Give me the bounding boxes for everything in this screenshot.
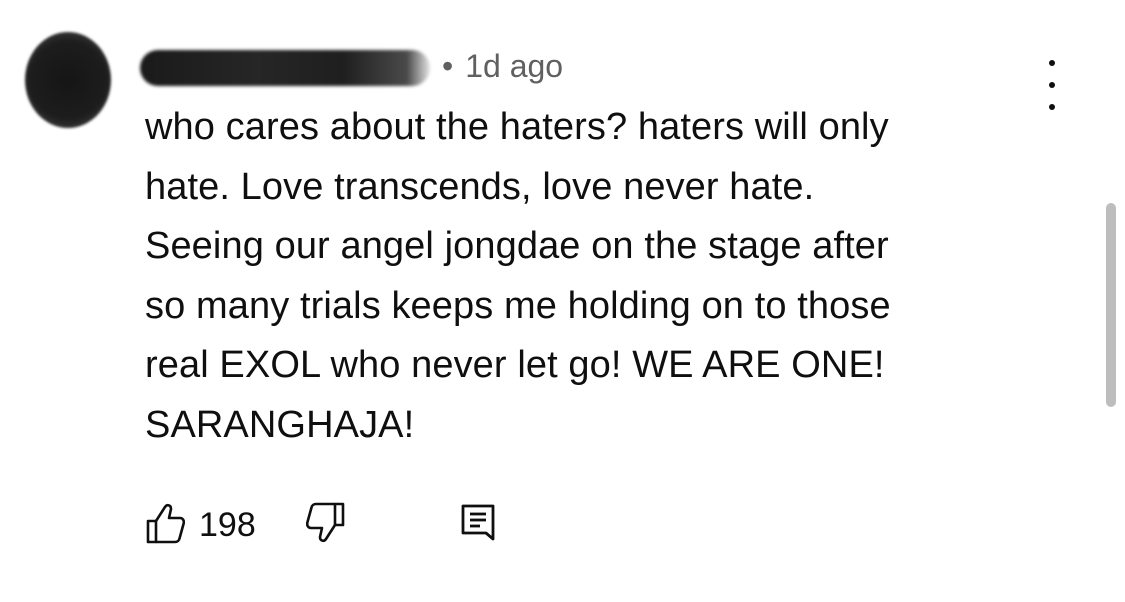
comment-text-line: so many trials keeps me holding on to th… <box>145 284 891 327</box>
comment-text-line: who cares about the haters? haters will … <box>145 106 889 148</box>
comment-actions: 198 <box>145 500 496 550</box>
comment-timestamp[interactable]: 1d ago <box>465 48 563 84</box>
thumbs-up-icon <box>145 502 186 549</box>
comment-meta: • 1d ago <box>442 48 563 85</box>
scrollbar-thumb[interactable] <box>1106 203 1116 407</box>
comment-text-line: Seeing our angel jongdae on the stage af… <box>145 225 889 267</box>
avatar-redacted[interactable] <box>25 32 111 128</box>
dislike-button[interactable] <box>305 502 346 549</box>
more-vertical-icon-dot <box>1049 104 1055 110</box>
like-button[interactable]: 198 <box>145 502 256 549</box>
comment-text: who cares about the haters? haters will … <box>145 98 1025 455</box>
more-vertical-icon <box>1049 60 1055 66</box>
comment-text-line: real EXOL who never let go! WE ARE ONE! <box>145 344 885 386</box>
thumbs-down-icon <box>305 502 346 549</box>
reply-button[interactable] <box>460 503 496 548</box>
username-redacted[interactable] <box>140 50 430 86</box>
meta-separator: • <box>442 48 454 84</box>
more-vertical-icon-dot <box>1049 82 1055 88</box>
more-options-button[interactable] <box>1035 60 1069 110</box>
like-count: 198 <box>199 505 256 544</box>
reply-comment-icon <box>460 503 496 548</box>
comment-text-line: SARANGHAJA! <box>145 403 415 446</box>
comment-card: • 1d ago who cares about the haters? hate… <box>0 0 1125 602</box>
comment-text-line: hate. Love transcends, love never hate. <box>145 165 815 208</box>
